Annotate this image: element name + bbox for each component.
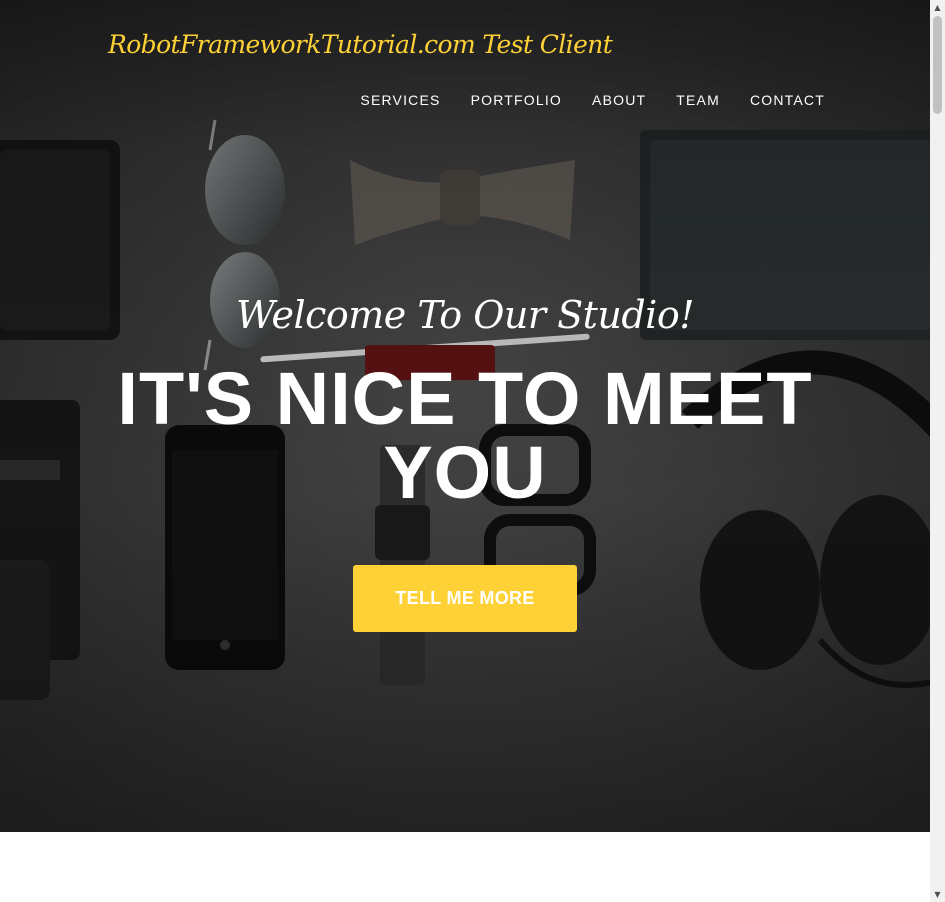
nav-link-team[interactable]: TEAM — [676, 92, 720, 108]
chevron-up-icon[interactable]: ▲ — [930, 0, 945, 15]
nav-link-services[interactable]: SERVICES — [360, 92, 440, 108]
hero-subheading: Welcome To Our Studio! — [236, 293, 695, 337]
hero-heading: IT'S NICE TO MEET YOU — [117, 357, 813, 514]
nav-link-portfolio[interactable]: PORTFOLIO — [471, 92, 562, 108]
tell-me-more-button[interactable]: TELL ME MORE — [353, 565, 577, 632]
chevron-down-icon[interactable]: ▼ — [930, 887, 945, 902]
brand-logo-link[interactable]: RobotFrameworkTutorial.com Test Client — [108, 30, 613, 59]
nav-link-contact[interactable]: CONTACT — [750, 92, 825, 108]
main-nav: SERVICES PORTFOLIO ABOUT TEAM CONTACT — [360, 92, 825, 108]
page-scrollbar[interactable]: ▲ ▼ — [930, 0, 945, 902]
nav-link-about[interactable]: ABOUT — [592, 92, 646, 108]
scrollbar-thumb[interactable] — [933, 16, 942, 114]
hero-section: RobotFrameworkTutorial.com Test Client S… — [0, 0, 930, 832]
